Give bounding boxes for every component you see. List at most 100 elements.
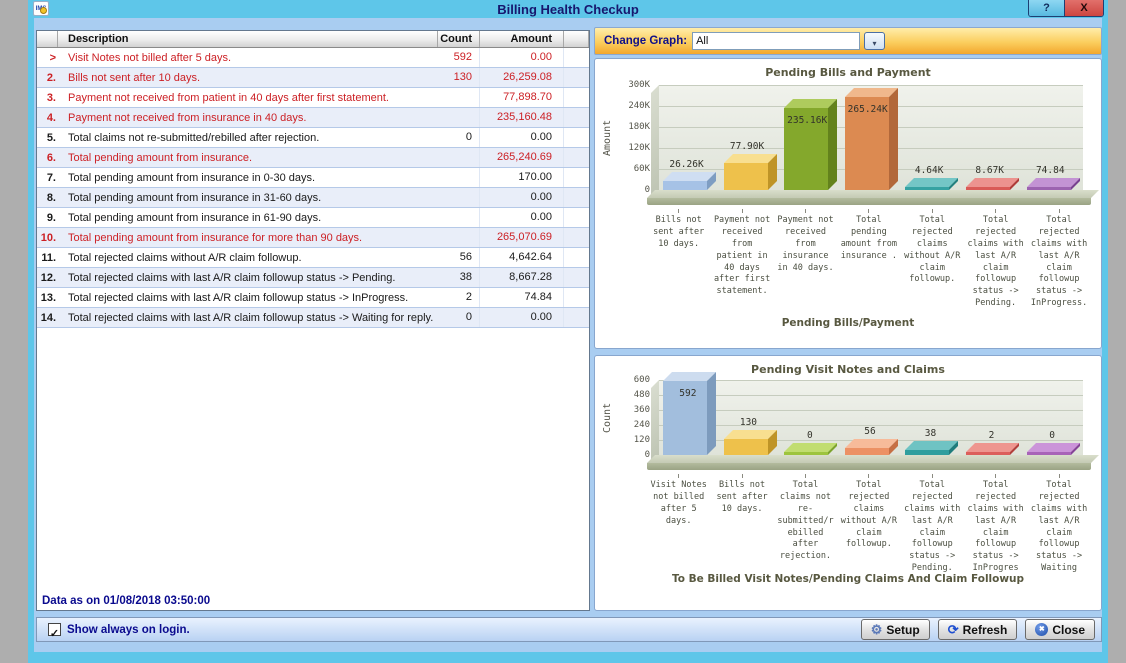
table-row[interactable]: >Visit Notes not billed after 5 days.592…: [37, 48, 589, 68]
row-number: 12.: [37, 272, 58, 284]
y-tick-label: 240: [634, 420, 650, 430]
row-amount: 265,070.69: [480, 228, 564, 247]
bar-value-label: 0: [807, 430, 813, 441]
row-description: Total claims not re-submitted/rebilled a…: [58, 132, 438, 144]
row-count: 592: [438, 48, 480, 67]
row-count: [438, 208, 480, 227]
table-row[interactable]: 5.Total claims not re-submitted/rebilled…: [37, 128, 589, 148]
bar-column: 130: [720, 380, 781, 455]
row-filler: [564, 288, 589, 307]
row-count: 130: [438, 68, 480, 87]
table-row[interactable]: 4.Payment not received from insurance in…: [37, 108, 589, 128]
row-count: [438, 188, 480, 207]
title-bar: IMS Billing Health Checkup ? X: [28, 0, 1108, 18]
row-description: Total pending amount from insurance for …: [58, 232, 438, 244]
row-filler: [564, 268, 589, 287]
row-amount: 26,259.08: [480, 68, 564, 87]
table-row[interactable]: 6.Total pending amount from insurance.26…: [37, 148, 589, 168]
x-axis-label: Payment not received from insurance in 4…: [774, 209, 837, 310]
y-axis-label: Amount: [602, 85, 613, 190]
table-row[interactable]: 13.Total rejected claims with last A/R c…: [37, 288, 589, 308]
table-row[interactable]: 14.Total rejected claims with last A/R c…: [37, 308, 589, 328]
bar-value-label: 77.90K: [730, 141, 764, 152]
table-row[interactable]: 2.Bills not sent after 10 days.13026,259…: [37, 68, 589, 88]
x-axis-label: Payment not received from patient in 40 …: [710, 209, 773, 310]
header-description: Description: [58, 31, 438, 47]
row-count: [438, 148, 480, 167]
setup-button[interactable]: ⚙ Setup: [861, 619, 930, 640]
y-tick-label: 240K: [628, 101, 650, 111]
row-description: Total rejected claims with last A/R clai…: [58, 272, 438, 284]
billing-summary-panel: Description Count Amount >Visit Notes no…: [36, 30, 590, 611]
chevron-down-icon: ▾: [873, 39, 877, 48]
show-on-login-label: Show always on login.: [67, 624, 190, 636]
bars: 5921300563820: [659, 380, 1083, 455]
row-number: 14.: [37, 312, 58, 324]
x-axis-label: Total rejected claims with last A/R clai…: [964, 209, 1027, 310]
row-amount: 4,642.64: [480, 248, 564, 267]
table-row[interactable]: 12.Total rejected claims with last A/R c…: [37, 268, 589, 288]
change-graph-select[interactable]: All: [692, 32, 860, 50]
bar-value-label: 130: [740, 417, 757, 428]
bar-column: 38: [901, 380, 962, 455]
row-count: 38: [438, 268, 480, 287]
x-axis-label: Total rejected claims with last A/R clai…: [1027, 209, 1090, 310]
refresh-button[interactable]: ⟳ Refresh: [938, 619, 1018, 640]
close-circle-icon: ✖: [1035, 623, 1048, 636]
x-axis-labels: Bills not sent after 10 days.Payment not…: [647, 209, 1091, 310]
row-number: 13.: [37, 292, 58, 304]
row-amount: 0.00: [480, 208, 564, 227]
bar-value-label: 38: [925, 428, 936, 439]
row-amount: 0.00: [480, 48, 564, 67]
row-description: Visit Notes not billed after 5 days.: [58, 52, 438, 64]
row-count: 0: [438, 308, 480, 327]
bar-column: 8.67K: [962, 85, 1023, 190]
bar-value-label: 8.67K: [975, 165, 1004, 176]
floor-top-face: [647, 190, 1099, 198]
x-axis-label: Total rejected claims without A/R claim …: [901, 209, 964, 310]
row-filler: [564, 68, 589, 87]
y-axis: 6004803602401200: [613, 380, 653, 455]
row-count: 2: [438, 288, 480, 307]
row-number: 2.: [37, 72, 58, 84]
row-filler: [564, 248, 589, 267]
row-count: [438, 228, 480, 247]
row-count: [438, 168, 480, 187]
bar-value-label: 26.26K: [669, 159, 703, 170]
bar-value-label: 235.16K: [787, 115, 827, 126]
pending-bills-payment-chart: Pending Bills and PaymentAmount300K240K1…: [594, 58, 1102, 349]
table-row[interactable]: 8.Total pending amount from insurance in…: [37, 188, 589, 208]
table-row[interactable]: 10.Total pending amount from insurance f…: [37, 228, 589, 248]
x-axis-label: Total claims not re-submitted/rebilled a…: [774, 474, 837, 575]
row-number: 6.: [37, 152, 58, 164]
refresh-icon: ⟳: [948, 623, 959, 636]
bar-value-label: 592: [679, 388, 696, 399]
row-number: 10.: [37, 232, 58, 244]
close-window-button[interactable]: X: [1065, 0, 1103, 16]
table-row[interactable]: 7.Total pending amount from insurance in…: [37, 168, 589, 188]
bar-column: 77.90K: [720, 85, 781, 190]
y-axis: 300K240K180K120K60K0: [613, 85, 653, 190]
bar-value-label: 0: [1049, 430, 1055, 441]
bar-value-label: 74.84: [1036, 165, 1065, 176]
close-button[interactable]: ✖ Close: [1025, 619, 1095, 640]
row-number: 11.: [37, 252, 58, 264]
show-on-login-checkbox[interactable]: ✓: [48, 623, 61, 636]
row-count: [438, 108, 480, 127]
row-filler: [564, 228, 589, 247]
row-count: [438, 88, 480, 107]
bar-column: 265.24K: [841, 85, 902, 190]
plot-area: 5921300563820: [659, 380, 1083, 455]
x-axis-label: Bills not sent after 10 days.: [710, 474, 773, 575]
change-graph-dropdown-button[interactable]: ▾: [864, 32, 885, 50]
table-row[interactable]: 9.Total pending amount from insurance in…: [37, 208, 589, 228]
help-button[interactable]: ?: [1029, 0, 1065, 16]
bar-column: 0: [780, 380, 841, 455]
bar-column: 592: [659, 380, 720, 455]
table-row[interactable]: 11.Total rejected claims without A/R cla…: [37, 248, 589, 268]
plot-floor: [647, 455, 1091, 470]
row-description: Total rejected claims without A/R claim …: [58, 252, 438, 264]
app-icon-text: IMS: [36, 6, 47, 12]
table-row[interactable]: 3.Payment not received from patient in 4…: [37, 88, 589, 108]
x-axis-label: Bills not sent after 10 days.: [647, 209, 710, 310]
